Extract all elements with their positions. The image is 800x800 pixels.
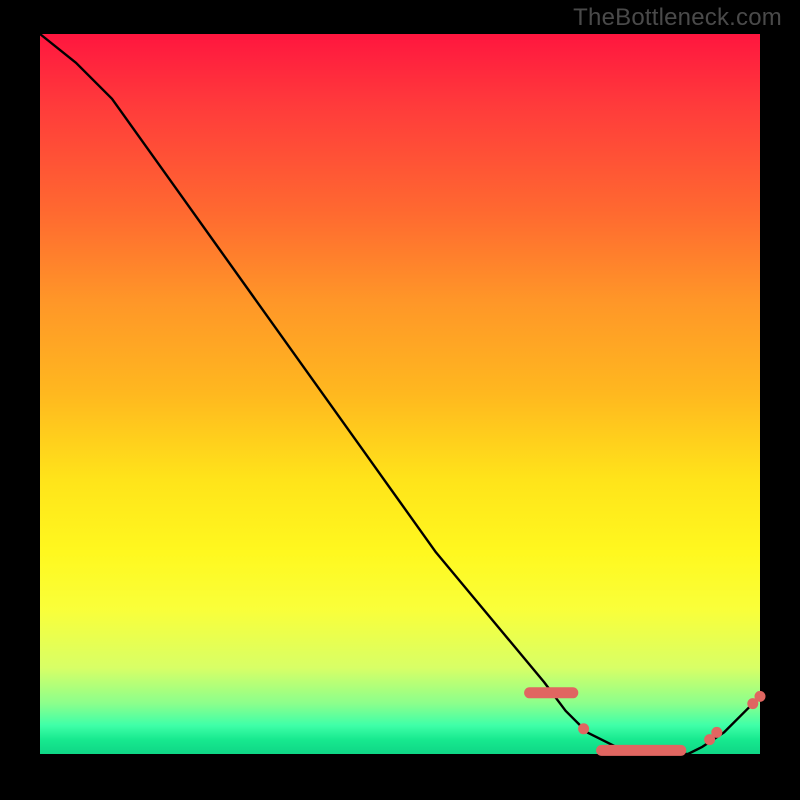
chart-frame: TheBottleneck.com xyxy=(0,0,800,800)
dot-marker xyxy=(755,691,766,702)
watermark-label: TheBottleneck.com xyxy=(573,4,782,32)
plot-area xyxy=(40,34,760,754)
dot-marker xyxy=(578,723,589,734)
dot-marker xyxy=(711,727,722,738)
bottleneck-curve xyxy=(40,34,760,754)
chart-svg xyxy=(40,34,760,754)
